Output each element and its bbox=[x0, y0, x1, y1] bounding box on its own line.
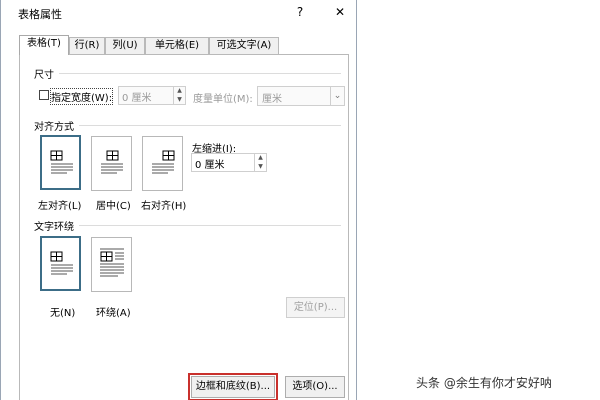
table-properties-dialog: 表格属性 ? ✕ 表格(T) 行(R) 列(U) 单元格(E) 可选文字(A) … bbox=[0, 0, 357, 400]
tab-cell[interactable]: 单元格(E) bbox=[145, 37, 209, 54]
tab-row[interactable]: 行(R) bbox=[69, 37, 105, 54]
wrap-none-label: 无(N) bbox=[50, 308, 76, 319]
alignment-group-divider bbox=[79, 125, 341, 126]
align-right-label: 右对齐(H) bbox=[141, 201, 187, 212]
wrap-around-option[interactable] bbox=[91, 237, 132, 292]
align-left-option[interactable] bbox=[40, 135, 81, 190]
align-center-icon bbox=[101, 150, 123, 174]
align-left-icon bbox=[50, 150, 73, 174]
wrap-around-label: 环绕(A) bbox=[96, 308, 131, 319]
size-group-label: 尺寸 bbox=[34, 70, 54, 81]
close-button[interactable]: ✕ bbox=[330, 3, 350, 21]
tab-table[interactable]: 表格(T) bbox=[19, 35, 69, 55]
borders-shading-button[interactable]: 边框和底纹(B)... bbox=[188, 373, 278, 400]
left-indent-spinner[interactable]: 0 厘米 ▲ ▼ bbox=[191, 153, 267, 172]
spin-up-icon: ▲ bbox=[258, 154, 263, 161]
spin-down-icon: ▼ bbox=[177, 95, 182, 103]
width-value: 0 厘米 bbox=[122, 93, 152, 104]
help-button[interactable]: ? bbox=[290, 3, 310, 21]
wrap-around-icon bbox=[100, 248, 124, 277]
wrap-none-option[interactable] bbox=[40, 236, 81, 291]
wrapping-group-divider bbox=[79, 225, 341, 226]
align-center-option[interactable] bbox=[91, 136, 132, 191]
tab-alt-text[interactable]: 可选文字(A) bbox=[209, 37, 279, 54]
alignment-group-label: 对齐方式 bbox=[34, 122, 74, 133]
unit-label: 度量单位(M): bbox=[193, 94, 253, 105]
align-left-label: 左对齐(L) bbox=[38, 201, 82, 212]
wrap-none-icon bbox=[50, 251, 73, 275]
unit-value: 厘米 bbox=[262, 94, 282, 105]
options-button[interactable]: 选项(O)... bbox=[285, 376, 345, 398]
unit-select[interactable]: 厘米 ⌄ bbox=[257, 86, 345, 106]
left-indent-value: 0 厘米 bbox=[195, 160, 225, 171]
specify-width-checkbox[interactable] bbox=[39, 90, 49, 100]
position-button[interactable]: 定位(P)... bbox=[286, 297, 345, 318]
chevron-down-icon: ⌄ bbox=[330, 87, 344, 105]
width-spinner[interactable]: 0 厘米 ▲ ▼ bbox=[118, 86, 186, 105]
specify-width-label[interactable]: 指定宽度(W): bbox=[49, 88, 114, 105]
align-right-icon bbox=[152, 150, 175, 174]
tab-column[interactable]: 列(U) bbox=[105, 37, 145, 54]
spin-down-icon: ▼ bbox=[258, 162, 263, 170]
size-group-divider bbox=[59, 73, 341, 74]
align-center-label: 居中(C) bbox=[96, 201, 131, 212]
dialog-title: 表格属性 bbox=[18, 8, 62, 21]
indent-spin-arrows[interactable]: ▲ ▼ bbox=[254, 154, 266, 171]
wrapping-group-label: 文字环绕 bbox=[34, 222, 74, 233]
width-spin-arrows[interactable]: ▲ ▼ bbox=[173, 87, 185, 104]
watermark: 头条 @余生有你才安好呐 bbox=[416, 376, 552, 390]
align-right-option[interactable] bbox=[142, 136, 183, 191]
close-icon: ✕ bbox=[334, 5, 346, 19]
spin-up-icon: ▲ bbox=[177, 87, 182, 94]
